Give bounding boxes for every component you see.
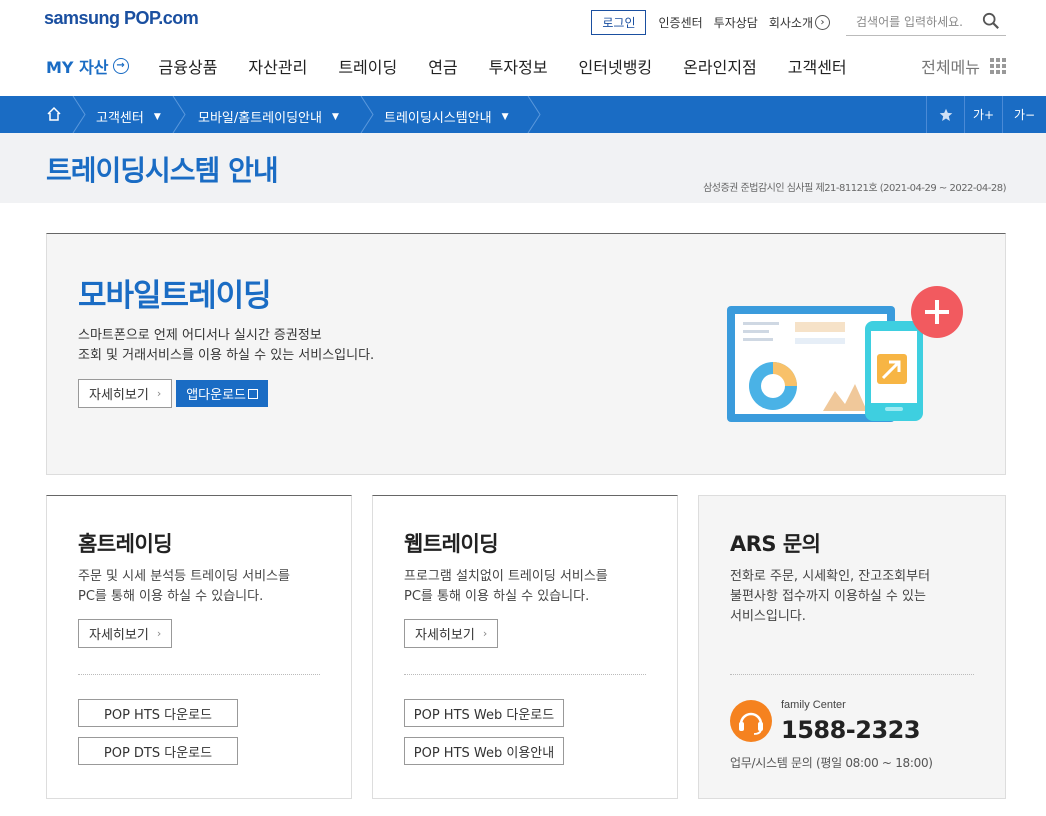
desc-line: 스마트폰으로 언제 어디서나 실시간 증권정보 [78,328,322,343]
page: samsung POP.com 로그인 인증센터 투자상담 회사소개 › 검색어… [0,0,1046,816]
font-decrease-button[interactable]: 가− [1002,96,1046,133]
mobile-trading-title: 모바일트레이딩 [78,278,272,314]
mobile-trading-card: 모바일트레이딩 스마트폰으로 언제 어디서나 실시간 증권정보 조회 및 거래서… [46,233,1006,475]
breadcrumb-label: 트레이딩시스템안내 [384,111,492,126]
nav-item-financial-products[interactable]: 금융상품 [159,54,218,78]
arrow-right-circle-icon: → [112,58,129,74]
button-label: 자세히보기 [415,628,475,643]
logo-suffix: .com [158,8,199,28]
chevron-right-icon: › [156,627,162,640]
page-title: 트레이딩시스템 안내 [46,154,279,187]
mobile-trading-illustration [727,286,963,422]
divider [730,674,974,675]
home-trading-desc: 주문 및 시세 분석등 트레이딩 서비스를 PC를 통해 이용 하실 수 있습니… [78,567,290,607]
caret-down-icon: ▼ [331,111,339,122]
desc-line: 프로그램 설치없이 트레이딩 서비스를 [404,569,608,584]
web-trading-title: 웹트레이딩 [404,532,499,556]
breadcrumb-separator [360,96,374,133]
utility-bar: 로그인 인증센터 투자상담 회사소개 › 검색어를 입력하세요. [591,8,1006,36]
breadcrumb-mobile-home-trading[interactable]: 모바일/홈트레이딩안내 ▼ [198,107,339,126]
nav-item-asset-management[interactable]: 자산관리 [248,54,307,78]
favorite-star-button[interactable] [926,96,964,133]
home-detail-button[interactable]: 자세히보기 › [78,619,173,648]
chevron-right-icon: › [482,627,488,640]
nav-my-asset-label: MY 자산 [46,58,109,77]
search-placeholder: 검색어를 입력하세요. [856,15,963,29]
mobile-trading-buttons: 자세히보기 › 앱다운로드 [78,379,269,408]
nav-item-online-branch[interactable]: 온라인지점 [683,54,757,78]
app-download-button[interactable]: 앱다운로드 [176,380,269,407]
web-trading-desc: 프로그램 설치없이 트레이딩 서비스를 PC를 통해 이용 하실 수 있습니다. [404,567,608,607]
chevron-right-circle-icon[interactable]: › [815,14,830,30]
ars-title: ARS 문의 [730,532,821,556]
breadcrumb-customer-center[interactable]: 고객센터 ▼ [96,107,161,126]
divider [78,674,320,675]
cert-center-link[interactable]: 인증센터 [658,14,702,31]
desc-line: 불편사항 접수까지 이용하실 수 있는 [730,589,926,604]
ars-inquiry-card: ARS 문의 전화로 주문, 시세확인, 잔고조회부터 불편사항 접수까지 이용… [698,495,1006,799]
nav-item-invest-info[interactable]: 투자정보 [489,54,548,78]
pop-hts-web-guide-button[interactable]: POP HTS Web 이용안내 [404,737,564,765]
logo-prefix: samsung [44,8,125,28]
home-icon[interactable] [46,106,62,122]
title-band: 트레이딩시스템 안내 삼성증권 준법감시인 심사필 제21-81121호 (20… [0,133,1046,203]
button-label: 자세히보기 [89,628,149,643]
breadcrumb-separator [172,96,186,133]
search-icon[interactable] [982,12,1000,30]
breadcrumb-label: 고객센터 [96,111,144,126]
desc-line: PC를 통해 이용 하실 수 있습니다. [404,589,590,604]
family-center-label: family Center [781,699,846,711]
star-icon [939,108,952,121]
nav-item-internet-banking[interactable]: 인터넷뱅킹 [579,54,653,78]
web-detail-button[interactable]: 자세히보기 › [404,619,499,648]
company-intro-link[interactable]: 회사소개 [769,14,813,31]
button-label: 앱다운로드 [186,388,247,403]
chevron-right-icon: › [156,387,162,400]
samsung-pop-logo[interactable]: samsung POP.com [44,8,199,29]
grid-icon [990,58,1006,74]
desc-line: 주문 및 시세 분석등 트레이딩 서비스를 [78,569,291,584]
nav-item-trading[interactable]: 트레이딩 [338,54,397,78]
home-trading-title: 홈트레이딩 [78,532,173,556]
button-label: 자세히보기 [89,388,149,403]
nav-item-customer-center[interactable]: 고객센터 [788,54,847,78]
ars-hours: 업무/시스템 문의 (평일 08:00 ~ 18:00) [730,756,933,770]
all-menu-button[interactable]: 전체메뉴 [921,54,1006,78]
caret-down-icon: ▼ [153,111,161,122]
search-input[interactable]: 검색어를 입력하세요. [846,8,1006,36]
main-nav: MY 자산 → 금융상품 자산관리 트레이딩 연금 투자정보 인터넷뱅킹 온라인… [46,54,1006,78]
desc-line: 조회 및 거래서비스를 이용 하실 수 있는 서비스입니다. [78,348,375,363]
nav-item-pension[interactable]: 연금 [428,54,457,78]
desc-line: 전화로 주문, 시세확인, 잔고조회부터 [730,569,931,584]
mobile-detail-button[interactable]: 자세히보기 › [78,379,173,408]
ars-desc: 전화로 주문, 시세확인, 잔고조회부터 불편사항 접수까지 이용하실 수 있는… [730,567,930,627]
breadcrumb-label: 모바일/홈트레이딩안내 [198,111,322,126]
logo-brand: POP [124,8,159,28]
web-trading-card: 웹트레이딩 프로그램 설치없이 트레이딩 서비스를 PC를 통해 이용 하실 수… [372,495,678,799]
pop-dts-download-button[interactable]: POP DTS 다운로드 [78,737,238,765]
compliance-note: 삼성증권 준법감시인 심사필 제21-81121호 (2021-04-29 ~ … [703,183,1006,194]
page-tools: 가+ 가− [926,96,1046,133]
nav-my-asset[interactable]: MY 자산 → [46,54,129,78]
breadcrumb: 고객센터 ▼ 모바일/홈트레이딩안내 ▼ 트레이딩시스템안내 ▼ 가+ 가− [0,96,1046,133]
all-menu-label: 전체메뉴 [921,58,980,77]
invest-consult-link[interactable]: 투자상담 [714,14,758,31]
home-trading-card: 홈트레이딩 주문 및 시세 분석등 트레이딩 서비스를 PC를 통해 이용 하실… [46,495,352,799]
new-window-icon [248,388,259,399]
breadcrumb-separator [527,96,541,133]
breadcrumb-trading-system[interactable]: 트레이딩시스템안내 ▼ [384,107,509,126]
breadcrumb-separator [72,96,86,133]
pop-hts-download-button[interactable]: POP HTS 다운로드 [78,699,238,727]
headset-icon [730,700,772,742]
font-increase-button[interactable]: 가+ [964,96,1002,133]
caret-down-icon: ▼ [501,111,509,122]
pop-hts-web-download-button[interactable]: POP HTS Web 다운로드 [404,699,564,727]
mobile-trading-desc: 스마트폰으로 언제 어디서나 실시간 증권정보 조회 및 거래서비스를 이용 하… [78,326,374,366]
family-center-phone[interactable]: 1588-2323 [781,716,921,744]
desc-line: PC를 통해 이용 하실 수 있습니다. [78,589,264,604]
desc-line: 서비스입니다. [730,609,806,624]
divider [404,674,646,675]
login-button[interactable]: 로그인 [591,9,647,35]
